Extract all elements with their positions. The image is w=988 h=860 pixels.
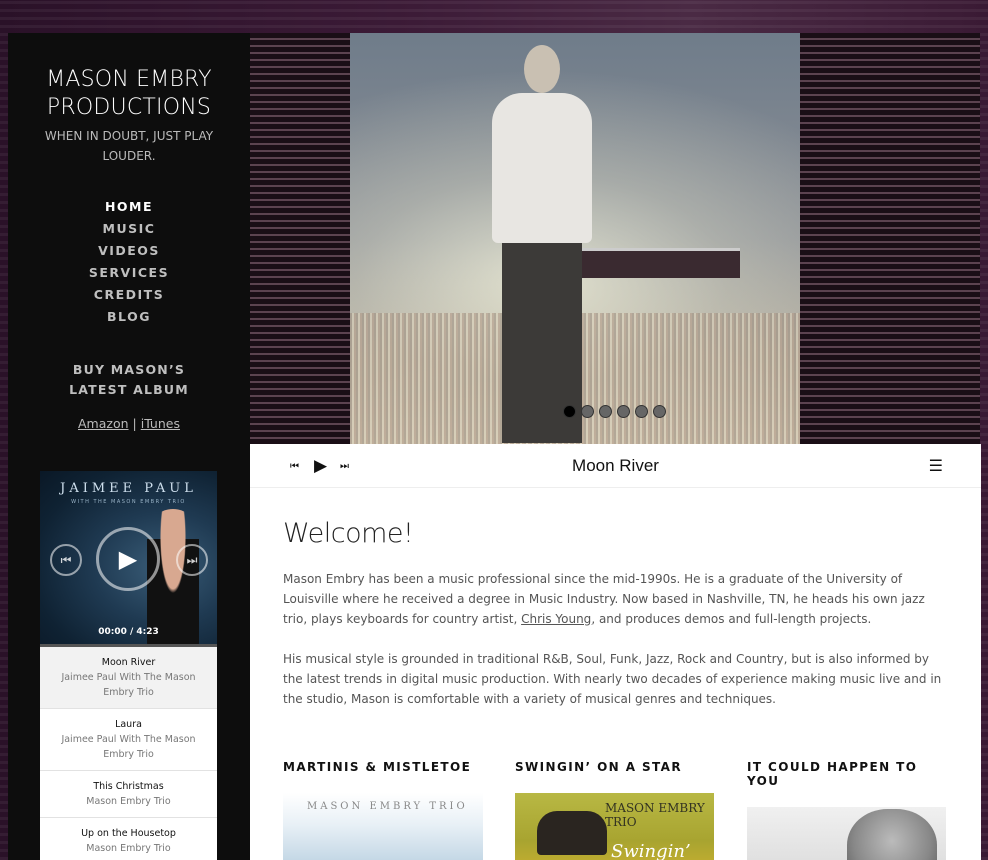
buy-album-heading: BUY MASON’S LATEST ALBUM bbox=[69, 362, 189, 397]
track-artist: Jaimee Paul With The Mason Embry Trio bbox=[61, 672, 196, 698]
nav-item-services[interactable]: SERVICES bbox=[8, 262, 250, 284]
playlist-track[interactable]: Laura Jaimee Paul With The Mason Embry T… bbox=[40, 709, 217, 771]
sidebar: MASON EMBRY PRODUCTIONS WHEN IN DOUBT, J… bbox=[8, 33, 250, 860]
style-paragraph: His musical style is grounded in traditi… bbox=[283, 652, 942, 706]
album-list: MARTINIS & MISTLETOE MASON EMBRY TRIO SW… bbox=[283, 760, 946, 860]
track-artist: Jaimee Paul With The Mason Embry Trio bbox=[61, 734, 196, 760]
main-nav: HOME MUSIC VIDEOS SERVICES CREDITS BLOG bbox=[8, 196, 250, 328]
store-links: Amazon | iTunes bbox=[8, 416, 250, 431]
nav-item-music[interactable]: MUSIC bbox=[8, 218, 250, 240]
album-title[interactable]: MARTINIS & MISTLETOE bbox=[283, 760, 482, 774]
player-previous-button[interactable]: ⏮ bbox=[50, 544, 82, 576]
hero-shutter-right bbox=[800, 33, 980, 444]
album-title[interactable]: SWINGIN’ ON A STAR bbox=[515, 760, 714, 774]
album-card[interactable]: SWINGIN’ ON A STAR MASON EMBRY TRIO Swing… bbox=[515, 760, 714, 860]
album-art[interactable] bbox=[747, 807, 946, 860]
track-artist: Mason Embry Trio bbox=[86, 843, 171, 854]
intro-paragraph: Mason Embry has been a music professiona… bbox=[283, 572, 925, 626]
site-title[interactable]: MASON EMBRY PRODUCTIONS bbox=[8, 66, 250, 122]
audio-track-title: Moon River bbox=[572, 456, 659, 475]
sidebar-music-player: JAIMEE PAUL WITH THE MASON EMBRY TRIO ⏮ … bbox=[40, 471, 217, 860]
slider-dot[interactable] bbox=[653, 405, 666, 418]
slider-dot[interactable] bbox=[635, 405, 648, 418]
itunes-link[interactable]: iTunes bbox=[141, 416, 180, 431]
hero-slider bbox=[250, 33, 980, 444]
site-tagline: WHEN IN DOUBT, JUST PLAY LOUDER. bbox=[44, 129, 214, 163]
player-next-button[interactable]: ⏭ bbox=[176, 544, 208, 576]
album-cover: JAIMEE PAUL WITH THE MASON EMBRY TRIO ⏮ … bbox=[40, 471, 217, 647]
slider-dot[interactable] bbox=[599, 405, 612, 418]
track-title: Up on the Housetop bbox=[81, 828, 176, 839]
track-title: Laura bbox=[115, 719, 142, 730]
main-content: ⏮ ▶ ⏭ Moon River ☰ Welcome! Mason Embry … bbox=[250, 444, 981, 860]
slider-dot[interactable] bbox=[563, 405, 576, 418]
nav-item-home[interactable]: HOME bbox=[8, 196, 250, 218]
album-art[interactable]: MASON EMBRY TRIO Swingin’ bbox=[515, 793, 714, 860]
amazon-link[interactable]: Amazon bbox=[78, 416, 129, 431]
chris-young-link[interactable]: Chris Young bbox=[521, 612, 591, 626]
nav-item-videos[interactable]: VIDEOS bbox=[8, 240, 250, 262]
welcome-section: Welcome! Mason Embry has been a music pr… bbox=[250, 488, 981, 709]
slider-dot[interactable] bbox=[617, 405, 630, 418]
audio-player-bar: ⏮ ▶ ⏭ Moon River ☰ bbox=[250, 444, 981, 488]
store-separator: | bbox=[132, 416, 137, 431]
track-title: This Christmas bbox=[93, 781, 164, 792]
album-card[interactable]: MARTINIS & MISTLETOE MASON EMBRY TRIO bbox=[283, 760, 483, 860]
track-artist: Mason Embry Trio bbox=[86, 796, 171, 807]
play-icon: ▶ bbox=[118, 545, 138, 573]
nav-item-credits[interactable]: CREDITS bbox=[8, 284, 250, 306]
nav-item-blog[interactable]: BLOG bbox=[8, 306, 250, 328]
album-title[interactable]: IT COULD HAPPEN TO YOU bbox=[747, 760, 946, 788]
cover-subtitle: WITH THE MASON EMBRY TRIO bbox=[71, 499, 186, 505]
player-play-button[interactable]: ▶ bbox=[96, 527, 160, 591]
track-title: Moon River bbox=[101, 657, 156, 668]
playlist-icon: ☰ bbox=[928, 458, 943, 475]
audio-playlist-button[interactable]: ☰ bbox=[929, 444, 943, 488]
hero-performer bbox=[482, 45, 602, 444]
slider-dots bbox=[563, 405, 666, 418]
skip-forward-icon: ⏭ bbox=[186, 552, 198, 567]
album-art[interactable]: MASON EMBRY TRIO bbox=[283, 793, 483, 860]
playlist-track[interactable]: Up on the Housetop Mason Embry Trio bbox=[40, 818, 217, 860]
player-progress-bar[interactable] bbox=[40, 644, 217, 647]
cover-artist-name: JAIMEE PAUL bbox=[60, 481, 197, 496]
player-time: 00:00 / 4:23 bbox=[98, 627, 159, 637]
playlist-track[interactable]: This Christmas Mason Embry Trio bbox=[40, 771, 217, 818]
album-card[interactable]: IT COULD HAPPEN TO YOU bbox=[747, 760, 946, 860]
hero-shutter-left bbox=[250, 33, 350, 444]
page-title: Welcome! bbox=[283, 518, 414, 549]
slider-dot[interactable] bbox=[581, 405, 594, 418]
playlist-track[interactable]: Moon River Jaimee Paul With The Mason Em… bbox=[40, 647, 217, 709]
skip-back-icon: ⏮ bbox=[60, 552, 72, 567]
